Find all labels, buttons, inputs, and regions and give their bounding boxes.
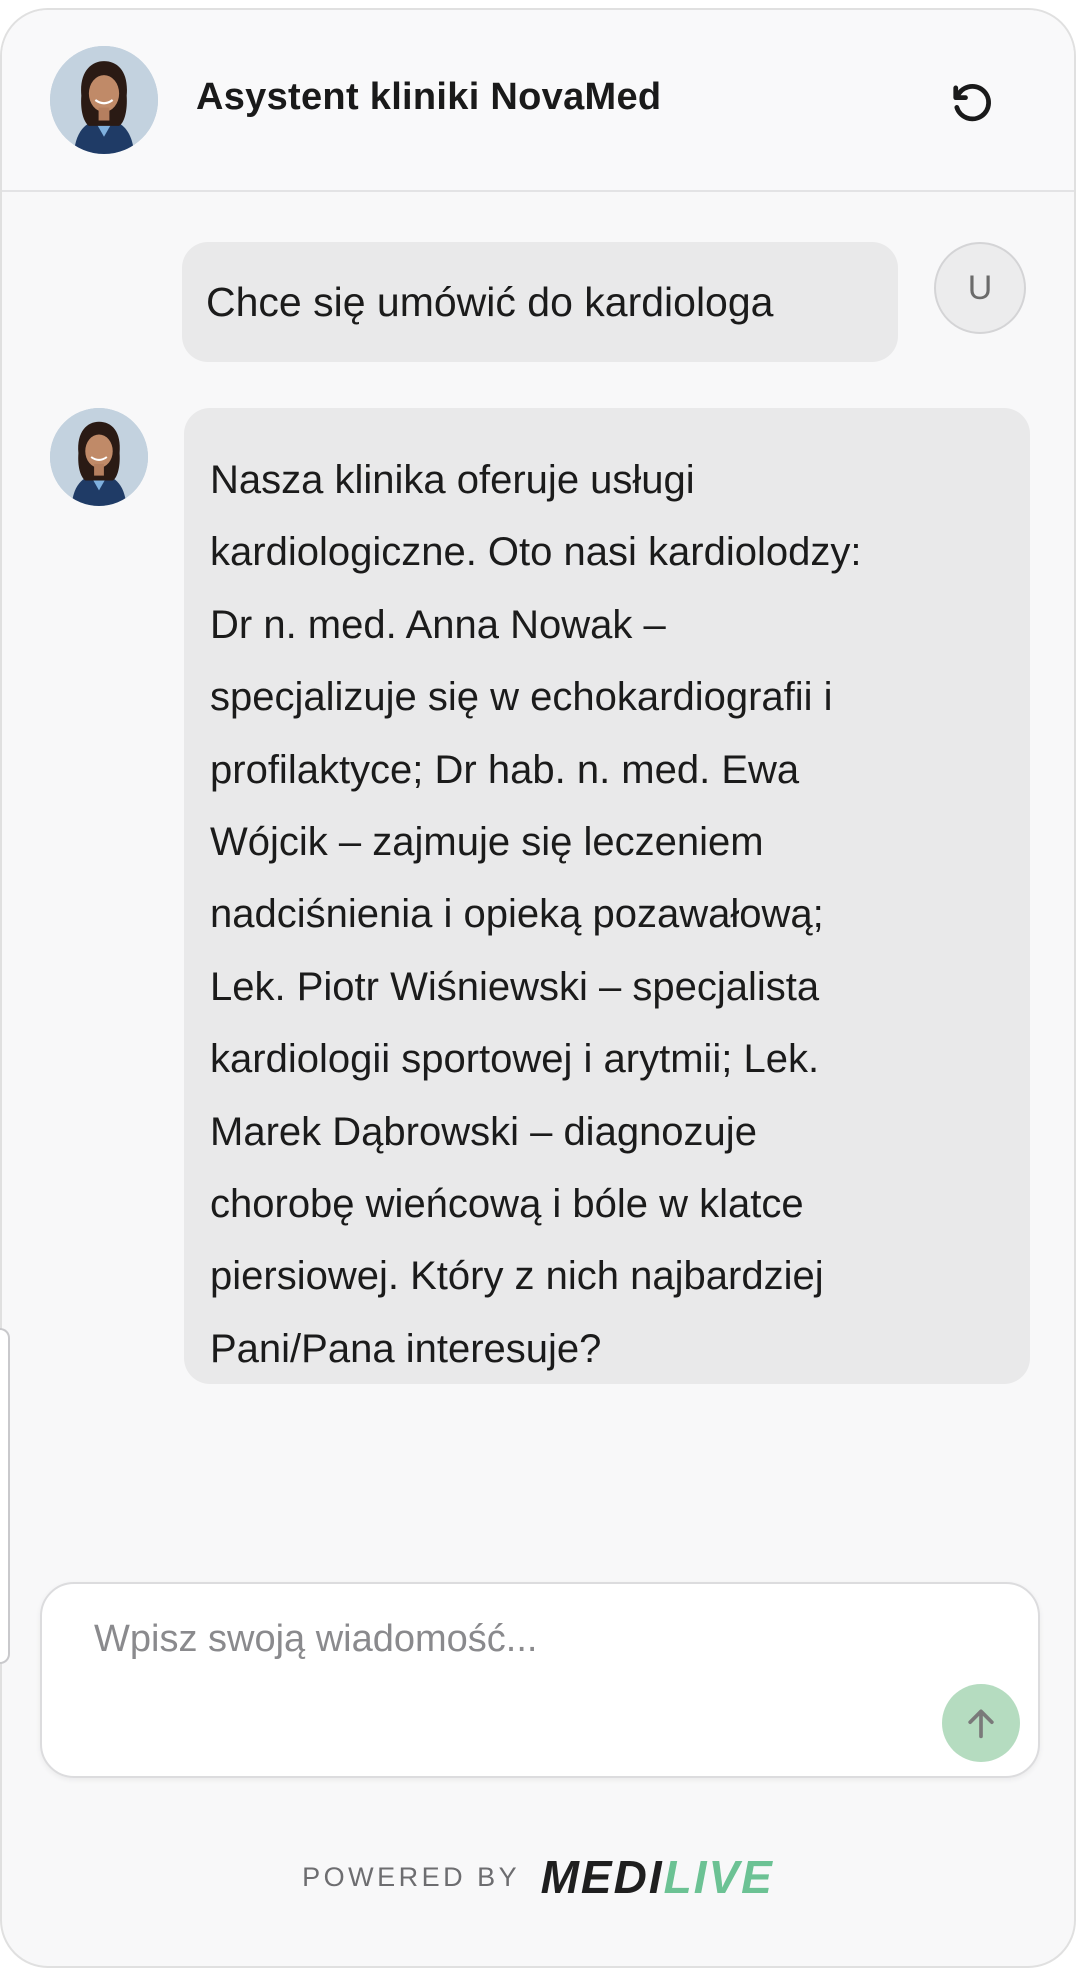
header-title: Asystent kliniki NovaMed [196, 76, 662, 118]
bot-message-line: Pani/Pana interesuje? [210, 1326, 602, 1371]
user-message: Chce się umówić do kardiologa [182, 242, 898, 362]
bot-message-line: specjalizuje się w echokardiografii i [210, 675, 833, 720]
brand-logo-part1: MEDI [540, 1851, 664, 1903]
arrow-up-icon [968, 1709, 994, 1739]
assistant-avatar [50, 46, 158, 154]
refresh-icon [953, 83, 991, 122]
bot-message-line: profilaktyce; Dr hab. n. med. Ewa [210, 747, 800, 792]
powered-by-label: POWERED BY [302, 1861, 521, 1892]
background-panel-edge [0, 1328, 10, 1664]
bot-message-line: kardiologiczne. Oto nasi kardiolodzy: [210, 530, 862, 575]
message-composer [40, 1582, 1040, 1778]
bot-avatar [50, 408, 148, 506]
bot-message-line: chorobę wieńcową i bóle w klatce [210, 1182, 804, 1227]
send-button[interactable] [942, 1684, 1020, 1762]
powered-by-footer: POWERED BY MEDILIVE [2, 1850, 1074, 1910]
refresh-button[interactable] [946, 76, 998, 128]
bot-message-line: nadciśnienia i opieką pozawałową; [210, 892, 824, 937]
bot-message-line: Marek Dąbrowski – diagnozuje [210, 1109, 757, 1154]
bot-message-line: Lek. Piotr Wiśniewski – specjalista [210, 964, 820, 1009]
chat-widget: Asystent kliniki NovaMed Chce się umówić… [0, 8, 1076, 1968]
message-input[interactable] [94, 1618, 934, 1698]
chat-header: Asystent kliniki NovaMed [2, 10, 1074, 192]
brand-logo: MEDILIVE [541, 1850, 774, 1904]
assistant-avatar-icon [50, 46, 158, 154]
user-avatar: U [934, 242, 1026, 334]
assistant-avatar-icon [50, 408, 148, 506]
bot-message: Nasza klinika oferuje usługi kardiologic… [184, 408, 1030, 1384]
bot-message-line: Nasza klinika oferuje usługi [210, 458, 695, 502]
bot-message-line: kardiologii sportowej i arytmii; Lek. [210, 1037, 820, 1082]
bot-message-line: Wójcik – zajmuje się leczeniem [210, 820, 764, 865]
bot-message-line: Dr n. med. Anna Nowak – [210, 602, 666, 647]
brand-logo-part2: LIVE [663, 1851, 774, 1903]
bot-message-line: piersiowej. Który z nich najbardziej [210, 1254, 824, 1299]
